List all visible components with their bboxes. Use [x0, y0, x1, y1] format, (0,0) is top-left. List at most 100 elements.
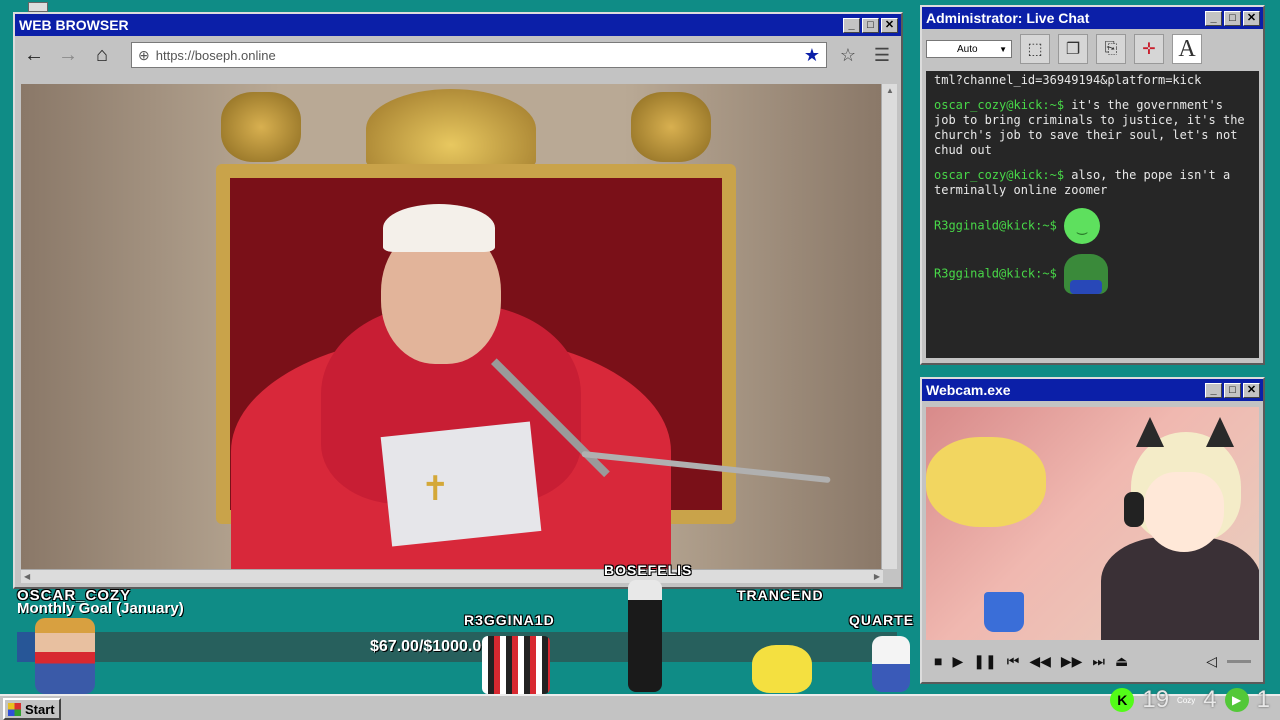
message-user: R3gginald@kick:~$ [934, 266, 1057, 281]
play-icon[interactable]: ▶ [952, 653, 963, 670]
maximize-button[interactable]: □ [862, 17, 879, 33]
throne-ornament-left [221, 92, 301, 162]
url-text: https://boseph.online [155, 47, 276, 63]
papers [380, 421, 542, 547]
start-button[interactable]: Start [3, 698, 61, 720]
viewer-sprite [482, 636, 550, 694]
favorites-star-icon[interactable]: ☆ [835, 45, 861, 66]
goal-amount: $67.00/$1000.00 [370, 638, 491, 655]
message-user: R3gginald@kick:~$ [934, 218, 1057, 233]
viewer-name: BOSEFELIS [604, 562, 693, 578]
copy-icon[interactable]: ❐ [1058, 34, 1088, 64]
chat-toolbar: Auto ▼ ⬚ ❐ ⎘ ✛ A [922, 29, 1263, 69]
windows-logo-icon [8, 702, 21, 716]
stream-stats: K 19 Cozy 4 ▶ 1 [1110, 682, 1280, 718]
minimize-button[interactable]: _ [1205, 382, 1222, 398]
chat-message: oscar_cozy@kick:~$ also, the pope isn't … [934, 168, 1251, 198]
minimize-button[interactable]: _ [1205, 10, 1222, 26]
avatar-face [1144, 472, 1224, 552]
desktop-icon[interactable] [28, 2, 48, 12]
stop-icon[interactable]: ■ [934, 653, 942, 669]
chevron-down-icon: ▼ [999, 44, 1007, 54]
cat-ear-left [1136, 417, 1164, 447]
home-icon[interactable]: ⌂ [89, 42, 115, 68]
chat-message: tml?channel_id=36949194&platform=kick [934, 73, 1251, 88]
goal-title: Monthly Goal (January) [17, 600, 184, 617]
bookmark-star-icon[interactable]: ★ [804, 45, 820, 66]
play-viewer-count: 1 [1256, 686, 1270, 713]
chat-log[interactable]: tml?channel_id=36949194&platform=kick os… [926, 71, 1259, 358]
font-size-select[interactable]: Auto ▼ [926, 40, 1012, 58]
cat-ear-right [1206, 417, 1234, 447]
forward-arrow-icon[interactable]: → [55, 42, 81, 68]
scroll-left-icon[interactable]: ◀ [24, 572, 30, 581]
volume-slider[interactable] [1227, 659, 1251, 663]
pause-icon[interactable]: ❚❚ [973, 653, 996, 670]
frog-emote-icon [1064, 254, 1109, 294]
maximize-button[interactable]: □ [1224, 10, 1241, 26]
cozy-label: Cozy [1177, 695, 1196, 705]
skip-forward-icon[interactable]: ⏭ [1092, 653, 1105, 670]
address-bar[interactable]: ⊕ https://boseph.online ★ [131, 42, 827, 68]
throne-ornament-right [631, 92, 711, 162]
menu-icon[interactable]: ☰ [869, 45, 895, 66]
close-button[interactable]: ✕ [1243, 382, 1260, 398]
scroll-right-icon[interactable]: ▶ [874, 572, 880, 581]
scroll-up-icon[interactable]: ▲ [886, 86, 894, 95]
kick-icon: K [1110, 688, 1135, 712]
globe-icon: ⊕ [138, 46, 150, 63]
browser-title: WEB BROWSER [19, 17, 129, 33]
message-user: oscar_cozy@kick:~$ [934, 98, 1065, 112]
start-label: Start [25, 701, 55, 717]
maximize-button[interactable]: □ [1224, 382, 1241, 398]
throne-crest [366, 89, 536, 169]
avatar-body [1101, 537, 1259, 640]
video-viewport[interactable]: ✝ [21, 84, 883, 569]
volume-icon[interactable]: ◁ [1206, 653, 1217, 670]
vertical-scrollbar[interactable]: ▲ [881, 84, 897, 569]
font-icon[interactable]: A [1172, 34, 1202, 64]
webcam-titlebar[interactable]: Webcam.exe _ □ ✕ [922, 379, 1263, 401]
viewer-name: R3GGINA1D [464, 612, 555, 628]
browser-window: WEB BROWSER _ □ ✕ ← → ⌂ ⊕ https://boseph… [13, 12, 903, 589]
message-user: oscar_cozy@kick:~$ [934, 168, 1065, 182]
chat-titlebar[interactable]: Administrator: Live Chat _ □ ✕ [922, 7, 1263, 29]
minimize-button[interactable]: _ [843, 17, 860, 33]
emote-icon: ‿ [1064, 208, 1101, 244]
skip-back-icon[interactable]: ⏮ [1007, 653, 1020, 670]
message-text: tml?channel_id=36949194&platform=kick [934, 73, 1202, 87]
viewer-sprite [872, 636, 910, 692]
cup [984, 592, 1024, 632]
horizontal-scrollbar[interactable]: ◀ ▶ [21, 569, 883, 583]
back-arrow-icon[interactable]: ← [21, 42, 47, 68]
chat-message: oscar_cozy@kick:~$ it's the government's… [934, 98, 1251, 158]
close-button[interactable]: ✕ [1243, 10, 1260, 26]
paste-icon[interactable]: ⎘ [1096, 34, 1126, 64]
pectoral-cross-icon: ✝ [421, 470, 450, 508]
browser-navbar: ← → ⌂ ⊕ https://boseph.online ★ ☆ ☰ [15, 36, 901, 74]
headphones [1124, 492, 1144, 527]
move-icon[interactable]: ✛ [1134, 34, 1164, 64]
close-button[interactable]: ✕ [881, 17, 898, 33]
webcam-title: Webcam.exe [926, 382, 1011, 398]
cozy-viewer-count: 4 [1203, 686, 1217, 713]
viewer-sprite [35, 618, 95, 694]
pillow [926, 437, 1046, 527]
viewer-name: TRANCEND [737, 587, 824, 603]
select-marquee-icon[interactable]: ⬚ [1020, 34, 1050, 64]
webcam-window: Webcam.exe _ □ ✕ ■ ▶ ❚❚ ⏮ ◀◀ ▶▶ ⏭ ⏏ ◁ [920, 377, 1265, 684]
media-controls: ■ ▶ ❚❚ ⏮ ◀◀ ▶▶ ⏭ ⏏ ◁ [926, 645, 1259, 677]
rewind-icon[interactable]: ◀◀ [1029, 653, 1051, 670]
browser-titlebar[interactable]: WEB BROWSER _ □ ✕ [15, 14, 901, 36]
eject-icon[interactable]: ⏏ [1115, 653, 1128, 670]
chat-message: R3gginald@kick:~$ ‿ [934, 208, 1251, 244]
fast-forward-icon[interactable]: ▶▶ [1061, 653, 1083, 670]
kick-viewer-count: 19 [1142, 686, 1170, 713]
select-value: Auto [957, 43, 978, 55]
zucchetto [383, 204, 495, 252]
viewer-name: QUARTE [849, 612, 915, 628]
viewer-sprite [752, 645, 812, 693]
viewer-sprite [628, 580, 662, 692]
chat-title: Administrator: Live Chat [926, 10, 1090, 26]
play-circle-icon: ▶ [1224, 688, 1249, 712]
